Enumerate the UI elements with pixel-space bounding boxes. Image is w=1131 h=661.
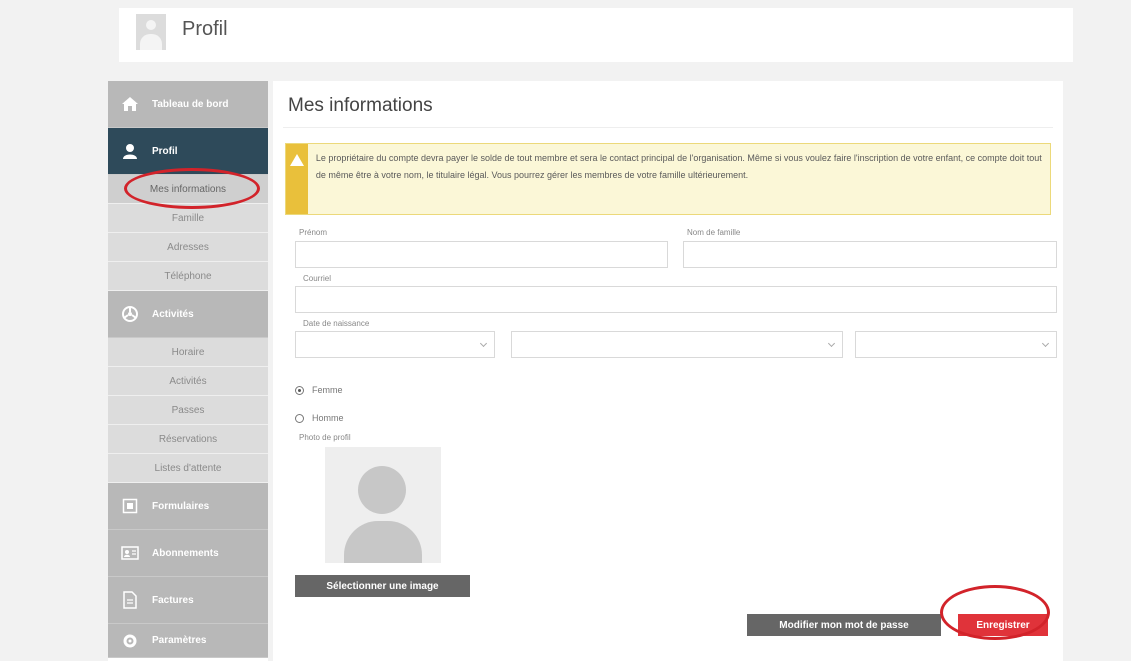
last-name-label: Nom de famille	[687, 228, 741, 237]
sidebar-subitem-label: Mes informations	[149, 183, 227, 195]
page-title: Profil	[182, 18, 228, 40]
sidebar-subitem-label: Réservations	[158, 433, 218, 445]
sidebar-item-label: Factures	[152, 594, 194, 606]
divider	[283, 127, 1053, 128]
gender-radio-femme[interactable]: Femme	[295, 385, 343, 395]
change-password-button[interactable]: Modifier mon mot de passe	[747, 614, 941, 636]
sidebar-subitem-label: Listes d'attente	[154, 462, 222, 474]
warning-icon	[286, 144, 308, 214]
sidebar-item-tableau-de-bord[interactable]: Tableau de bord	[108, 81, 268, 128]
invoice-icon	[108, 591, 152, 609]
sidebar-subitem-telephone[interactable]: Téléphone	[108, 262, 268, 291]
sidebar-subitem-mes-informations[interactable]: Mes informations	[108, 175, 268, 204]
page: Profil Tableau de bord Profil Mes inform…	[9, 8, 1121, 661]
sidebar-item-label: Tableau de bord	[152, 98, 229, 110]
birth-day-select[interactable]	[295, 331, 495, 358]
sidebar-item-label: Profil	[152, 145, 178, 157]
sidebar-subitem-passes[interactable]: Passes	[108, 396, 268, 425]
main-content: Mes informations Le propriétaire du comp…	[273, 81, 1063, 661]
sidebar-item-activites[interactable]: Activités	[108, 291, 268, 338]
select-image-button[interactable]: Sélectionner une image	[295, 575, 470, 597]
activities-icon	[108, 305, 152, 323]
sidebar-subitem-adresses[interactable]: Adresses	[108, 233, 268, 262]
sidebar-subitem-label: Passes	[171, 404, 205, 416]
sidebar-item-label: Formulaires	[152, 500, 210, 512]
sidebar-subitem-label: Famille	[171, 212, 205, 224]
sidebar-subitem-listes-attente[interactable]: Listes d'attente	[108, 454, 268, 483]
sidebar-item-parametres[interactable]: Paramètres	[108, 624, 268, 658]
chevron-down-icon	[479, 339, 488, 348]
first-name-label: Prénom	[299, 228, 328, 237]
sidebar-item-label: Paramètres	[152, 635, 207, 646]
sidebar-subitem-label: Horaire	[171, 346, 205, 358]
sidebar-item-label: Activités	[152, 308, 194, 320]
membership-card-icon	[108, 546, 152, 560]
gender-option-label: Homme	[312, 413, 344, 423]
user-icon	[108, 143, 152, 159]
settings-icon	[108, 632, 152, 650]
first-name-field[interactable]	[295, 241, 668, 268]
owner-warning-alert: Le propriétaire du compte devra payer le…	[285, 143, 1051, 215]
email-field[interactable]	[295, 286, 1057, 313]
sidebar-item-abonnements[interactable]: Abonnements	[108, 530, 268, 577]
avatar	[136, 14, 166, 50]
page-header: Profil	[119, 8, 1073, 62]
gender-radio-homme[interactable]: Homme	[295, 413, 344, 423]
birthdate-label: Date de naissance	[303, 319, 370, 328]
sidebar-item-label: Abonnements	[152, 547, 219, 559]
sidebar-subitem-reservations[interactable]: Réservations	[108, 425, 268, 454]
sidebar-item-profil[interactable]: Profil	[108, 128, 268, 175]
form-icon	[108, 498, 152, 514]
birth-month-select[interactable]	[511, 331, 843, 358]
chevron-down-icon	[827, 339, 836, 348]
sidebar-subitem-famille[interactable]: Famille	[108, 204, 268, 233]
home-icon	[108, 96, 152, 112]
email-label: Courriel	[303, 274, 332, 283]
sidebar-subitem-activites[interactable]: Activités	[108, 367, 268, 396]
sidebar: Tableau de bord Profil Mes informations …	[108, 81, 268, 661]
sidebar-subitem-label: Adresses	[167, 241, 209, 253]
radio-unchecked-icon	[295, 413, 304, 423]
sidebar-subitem-label: Activités	[169, 375, 207, 387]
chevron-down-icon	[1041, 339, 1050, 348]
sidebar-item-formulaires[interactable]: Formulaires	[108, 483, 268, 530]
birth-year-select[interactable]	[855, 331, 1057, 358]
sidebar-subitem-horaire[interactable]: Horaire	[108, 338, 268, 367]
radio-checked-icon	[295, 385, 304, 395]
sidebar-subitem-label: Téléphone	[164, 270, 212, 282]
last-name-field[interactable]	[683, 241, 1057, 268]
photo-label: Photo de profil	[299, 433, 351, 442]
alert-text: Le propriétaire du compte devra payer le…	[315, 153, 1042, 180]
save-button[interactable]: Enregistrer	[958, 614, 1048, 636]
profile-photo-placeholder	[325, 447, 441, 563]
gender-option-label: Femme	[312, 385, 343, 395]
section-title: Mes informations	[288, 95, 433, 116]
sidebar-item-factures[interactable]: Factures	[108, 577, 268, 624]
